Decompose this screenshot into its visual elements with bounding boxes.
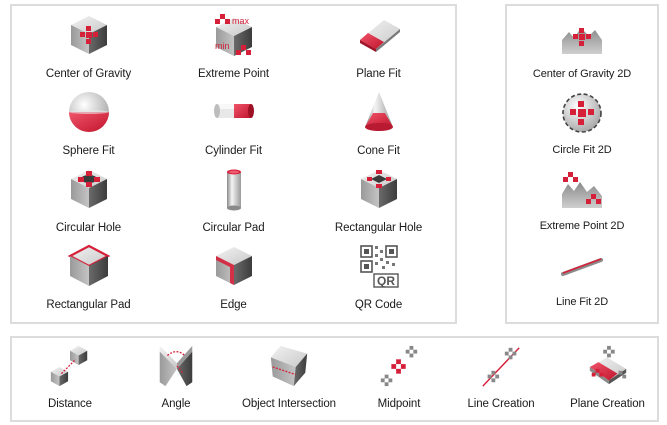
circle-fit-2d-icon	[562, 93, 602, 133]
operations-panel: Distance Angle Object Intersection Midpo…	[10, 336, 659, 422]
circular-hole-button[interactable]: Circular Hole	[16, 166, 161, 243]
sphere-fit-icon	[68, 92, 109, 132]
rectangular-hole-icon	[360, 170, 397, 208]
qr-code-label: QR Code	[354, 299, 403, 311]
extreme-point-icon: max min	[214, 14, 252, 56]
rectangular-hole-button[interactable]: Rectangular Hole	[306, 166, 451, 243]
plane-fit-icon	[359, 20, 400, 52]
plane-fit-label: Plane Fit	[356, 68, 401, 80]
rectangular-hole-label: Rectangular Hole	[334, 222, 423, 234]
rectangular-pad-label: Rectangular Pad	[46, 299, 131, 311]
center-of-gravity-2d-label: Center of Gravity 2D	[532, 68, 632, 80]
cone-fit-icon	[364, 92, 393, 131]
qr-code-icon-text: QR	[377, 274, 395, 288]
circular-pad-icon	[226, 169, 241, 211]
center-of-gravity-2d-button[interactable]: Center of Gravity 2D	[509, 14, 655, 90]
extreme-point-2d-icon	[562, 172, 602, 208]
sphere-fit-label: Sphere Fit	[62, 145, 115, 157]
line-creation-button[interactable]: Line Creation	[444, 344, 558, 420]
extreme-point-max-text: max	[232, 16, 250, 26]
extreme-point-button[interactable]: max min Extreme Point	[161, 12, 306, 89]
circle-fit-2d-label: Circle Fit 2D	[552, 144, 612, 156]
edge-icon	[215, 247, 252, 285]
edge-button[interactable]: Edge	[161, 243, 306, 320]
distance-button[interactable]: Distance	[12, 344, 128, 420]
angle-button[interactable]: Angle	[128, 344, 224, 420]
sphere-fit-button[interactable]: Sphere Fit	[16, 89, 161, 166]
plane-creation-button[interactable]: Plane Creation	[558, 344, 657, 420]
object-intersection-button[interactable]: Object Intersection	[224, 344, 354, 420]
cylinder-fit-icon	[213, 104, 254, 118]
circular-hole-label: Circular Hole	[55, 222, 122, 234]
object-intersection-icon	[270, 345, 308, 387]
center-of-gravity-label: Center of Gravity	[45, 68, 132, 80]
cylinder-fit-label: Cylinder Fit	[205, 145, 262, 157]
features-2d-panel: Center of Gravity 2D Circle Fit 2D Extre…	[505, 4, 659, 324]
center-of-gravity-icon	[70, 16, 107, 54]
extreme-point-label: Extreme Point	[198, 68, 269, 80]
center-of-gravity-button[interactable]: Center of Gravity	[16, 12, 161, 89]
circular-pad-label: Circular Pad	[202, 222, 265, 234]
plane-fit-button[interactable]: Plane Fit	[306, 12, 451, 89]
circle-fit-2d-button[interactable]: Circle Fit 2D	[509, 90, 655, 166]
plane-creation-label: Plane Creation	[570, 398, 645, 410]
extreme-point-2d-button[interactable]: Extreme Point 2D	[509, 166, 655, 242]
cylinder-fit-button[interactable]: Cylinder Fit	[161, 89, 306, 166]
cone-fit-button[interactable]: Cone Fit	[306, 89, 451, 166]
plane-creation-icon	[589, 345, 626, 385]
line-fit-2d-icon	[561, 258, 603, 276]
distance-icon	[50, 345, 88, 387]
line-fit-2d-label: Line Fit 2D	[555, 296, 609, 308]
line-creation-label: Line Creation	[467, 398, 535, 410]
cone-fit-label: Cone Fit	[357, 145, 400, 157]
center-of-gravity-2d-icon	[562, 28, 602, 54]
angle-icon	[159, 345, 193, 387]
midpoint-button[interactable]: Midpoint	[354, 344, 444, 420]
rectangular-pad-icon	[67, 244, 110, 286]
edge-label: Edge	[220, 299, 247, 311]
midpoint-label: Midpoint	[377, 398, 421, 410]
midpoint-icon	[380, 345, 418, 387]
angle-label: Angle	[161, 398, 191, 410]
distance-label: Distance	[48, 398, 92, 410]
circular-pad-button[interactable]: Circular Pad	[161, 166, 306, 243]
qr-code-icon: QR	[359, 245, 399, 288]
line-creation-icon	[482, 347, 520, 387]
extreme-point-2d-label: Extreme Point 2D	[539, 220, 625, 232]
qr-code-button[interactable]: QR QR Code	[306, 243, 451, 320]
extreme-point-min-text: min	[215, 41, 230, 51]
features-3d-panel: Center of Gravity max min Extreme Point	[10, 4, 457, 324]
line-fit-2d-button[interactable]: Line Fit 2D	[509, 242, 655, 318]
object-intersection-label: Object Intersection	[242, 398, 336, 410]
circular-hole-icon	[70, 170, 107, 208]
rectangular-pad-button[interactable]: Rectangular Pad	[16, 243, 161, 320]
